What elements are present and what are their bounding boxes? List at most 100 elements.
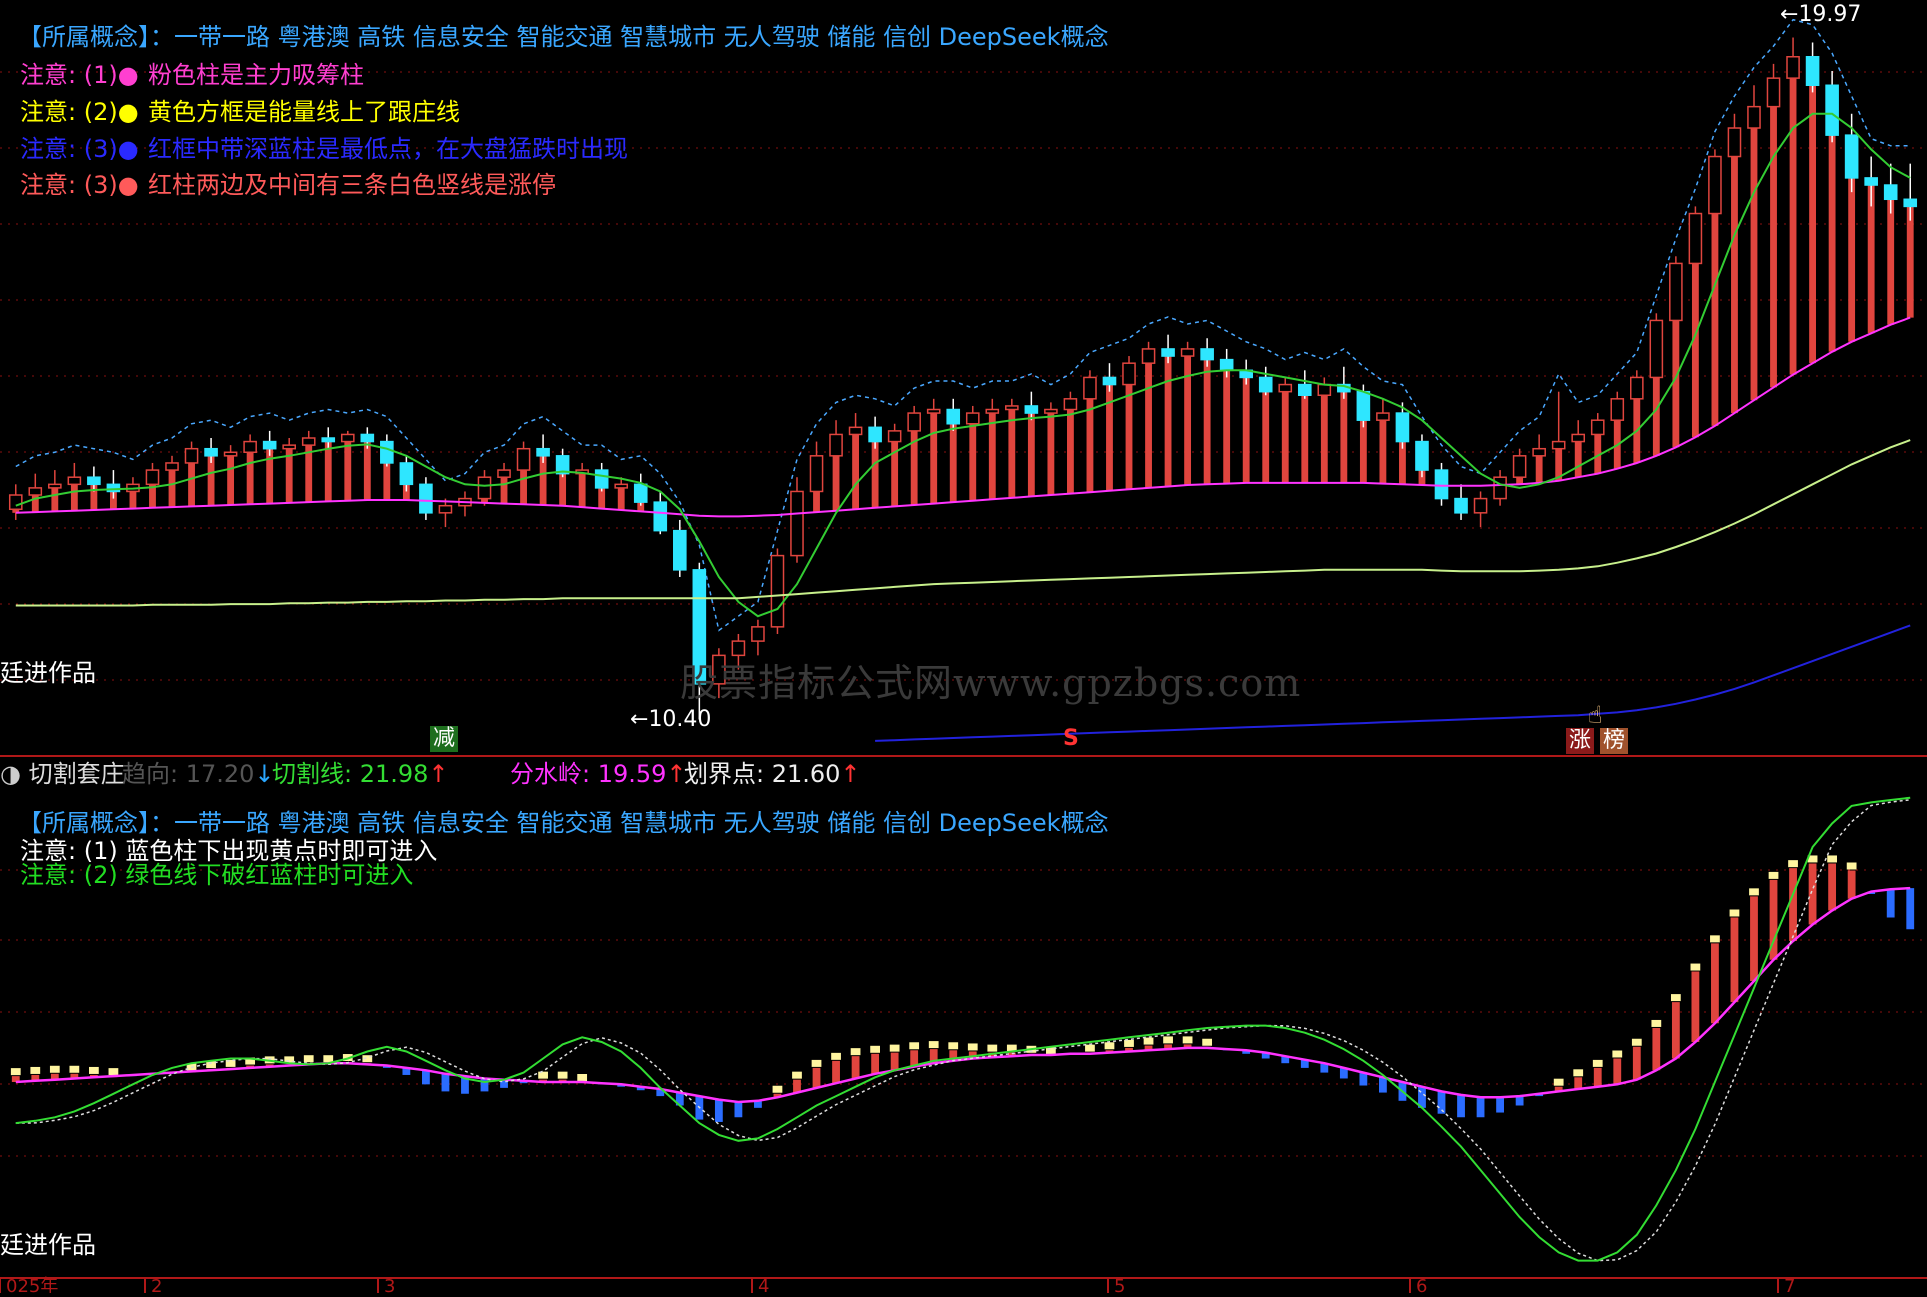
- yellow-dot: [557, 1071, 568, 1079]
- candle-body: [419, 483, 433, 514]
- candle-body: [1493, 476, 1507, 500]
- yellow-dot: [928, 1041, 939, 1049]
- yellow-dot: [1202, 1038, 1213, 1046]
- candle-body: [1844, 134, 1859, 179]
- signal-zhang: 涨: [1566, 728, 1595, 754]
- candle-body: [673, 529, 687, 571]
- candle-body: [653, 501, 668, 532]
- up-arrow-icon: ↑: [428, 760, 449, 788]
- candle-body: [282, 444, 296, 450]
- candle-body: [1356, 390, 1371, 421]
- yellow-dot: [1670, 994, 1681, 1002]
- candle-body: [1141, 348, 1156, 364]
- bottom-note-2: 注意: (2) 绿色线下破红蓝柱时可进入: [20, 861, 414, 889]
- note-2-label: 注意: (2)●: [20, 98, 139, 126]
- candle-body: [165, 462, 179, 471]
- candle-body: [1805, 56, 1820, 87]
- up-arrow-icon: ↑: [840, 760, 861, 788]
- candle-body: [67, 476, 82, 486]
- candle-body: [594, 469, 609, 489]
- note-3-text: 红框中带深蓝柱是最低点，在大盘猛跌时出现: [148, 135, 628, 163]
- yellow-dot: [1182, 1036, 1193, 1044]
- candle-body: [1571, 433, 1586, 443]
- yellow-dot: [1104, 1042, 1115, 1050]
- candle-body: [87, 476, 101, 486]
- boundary-value: 划界点: 21.60↑: [684, 758, 861, 790]
- yellow-dot: [10, 1068, 21, 1076]
- collapse-icon[interactable]: ◑: [0, 760, 21, 788]
- candle-body: [1434, 469, 1449, 500]
- yellow-dot: [1749, 888, 1759, 896]
- watermark: 股票指标公式网www.gpzbgs.com: [680, 661, 1302, 705]
- yellow-dot: [948, 1042, 959, 1050]
- candle-body: [926, 408, 941, 414]
- candle-body: [887, 430, 902, 443]
- yellow-dot: [1143, 1037, 1154, 1045]
- concept-line-bottom: 【所属概念】：一带一路 粤港澳 高铁 信息安全 智能交通 智慧城市 无人驾驶 储…: [18, 809, 1109, 837]
- note-1-label: 注意: (1)●: [20, 61, 139, 89]
- candle-body: [223, 451, 238, 457]
- note-4-label: 注意: (3)●: [20, 171, 139, 199]
- candle-body: [985, 408, 1000, 414]
- yellow-dot: [303, 1055, 314, 1063]
- candle-body: [1044, 408, 1058, 414]
- candle-body: [48, 483, 62, 489]
- yellow-dot: [772, 1085, 783, 1093]
- yellow-dot: [987, 1044, 998, 1052]
- candle-body: [1649, 319, 1664, 379]
- signal-s: S: [1063, 726, 1079, 751]
- note-2-text: 黄色方框是能量线上了跟庄线: [148, 98, 460, 126]
- candle-body: [1630, 376, 1644, 400]
- candle-body: [477, 476, 492, 500]
- candle-body: [1161, 348, 1175, 357]
- candle-body: [262, 440, 277, 450]
- candle-body: [1395, 412, 1410, 443]
- yellow-dot: [1846, 862, 1857, 870]
- max-price-value: 19.97: [1798, 2, 1862, 27]
- candle-body: [1688, 212, 1703, 265]
- yellow-dot: [1768, 871, 1779, 879]
- hand-pointer-icon: ☝: [1588, 701, 1603, 729]
- concept-line-top: 【所属概念】：一带一路 粤港澳 高铁 信息安全 智能交通 智慧城市 无人驾驶 储…: [18, 23, 1109, 51]
- yellow-dot: [69, 1065, 80, 1073]
- yellow-dot: [577, 1074, 588, 1081]
- yellow-dot: [1827, 855, 1837, 863]
- yellow-dot: [108, 1068, 119, 1076]
- yellow-dot: [1729, 909, 1740, 917]
- candle-body: [1473, 497, 1488, 514]
- yellow-dot: [792, 1071, 802, 1079]
- yellow-dot: [1163, 1036, 1173, 1044]
- yellow-dot: [1651, 1019, 1662, 1027]
- max-price-label: ←19.97: [1780, 0, 1861, 30]
- yellow-dot: [323, 1055, 334, 1063]
- candle-body: [1297, 383, 1312, 397]
- candle-body: [380, 440, 394, 464]
- price-panel: [8, 18, 1918, 742]
- arrow-left-icon: ←: [1780, 2, 1799, 27]
- candle-body: [848, 426, 863, 436]
- candle-body: [184, 447, 199, 464]
- signal-bang: 榜: [1600, 728, 1629, 754]
- candle-body: [633, 483, 648, 503]
- yellow-dot: [850, 1048, 861, 1056]
- candle-body: [1454, 497, 1468, 514]
- yellow-dot: [30, 1066, 41, 1074]
- candle-body: [770, 554, 785, 628]
- candle-body: [1708, 155, 1722, 215]
- yellow-dot: [1788, 860, 1798, 868]
- yellow-dot: [967, 1043, 978, 1051]
- watershed-value: 分水岭: 19.59↑: [510, 758, 687, 790]
- candle-body: [497, 469, 511, 478]
- candle-body: [965, 412, 980, 425]
- candle-body: [1610, 398, 1625, 421]
- candle-body: [1317, 383, 1332, 397]
- candle-body: [1180, 348, 1195, 357]
- yellow-dot: [909, 1042, 920, 1050]
- note-3-label: 注意: (3)●: [20, 135, 139, 163]
- yellow-dot: [1690, 963, 1701, 971]
- candle-body: [1786, 56, 1800, 79]
- yellow-dot: [1592, 1059, 1603, 1067]
- candle-body: [1415, 440, 1429, 471]
- candle-body: [1532, 447, 1546, 457]
- candle-body: [28, 487, 43, 496]
